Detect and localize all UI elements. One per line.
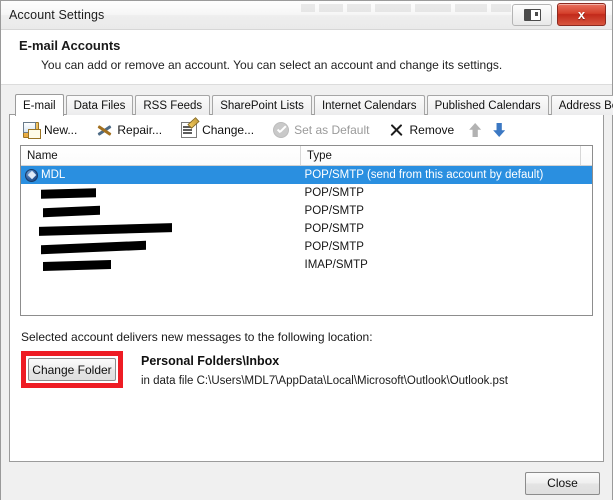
account-type-cell: POP/SMTP [304, 205, 364, 217]
title-bar-faded-text [301, 4, 511, 12]
move-down-button[interactable] [490, 119, 508, 141]
account-name-cell [25, 184, 305, 202]
account-type-cell: IMAP/SMTP [304, 259, 368, 271]
dialog-body: E-mail Data Files RSS Feeds SharePoint List… [1, 85, 613, 462]
account-name-cell: MDL [25, 166, 305, 184]
new-account-button[interactable]: New... [20, 119, 83, 141]
table-row[interactable]: POP/SMTP [21, 220, 592, 238]
redacted-account-name [39, 222, 172, 236]
delivery-target-info: Personal Folders\Inbox in data file C:\U… [141, 351, 508, 387]
column-header-extra[interactable] [581, 146, 592, 165]
change-folder-button[interactable]: Change Folder [28, 358, 116, 381]
table-row[interactable]: MDL POP/SMTP (send from this account by d… [21, 166, 592, 184]
account-name-cell [25, 202, 305, 220]
title-bar: Account Settings x [1, 1, 612, 30]
restore-window-icon [523, 8, 541, 21]
remove-account-button[interactable]: Remove [385, 119, 460, 141]
change-settings-icon [181, 122, 198, 138]
page-subtitle: You can add or remove an account. You ca… [41, 58, 503, 72]
delivery-data-file-path: in data file C:\Users\MDL7\AppData\Local… [141, 375, 508, 387]
tab-rss-feeds[interactable]: RSS Feeds [135, 95, 211, 115]
redacted-account-name [41, 187, 96, 199]
account-name-text: MDL [41, 169, 66, 181]
redacted-account-name [43, 205, 100, 217]
delivery-location-label: Selected account delivers new messages t… [21, 330, 373, 344]
account-type-cell: POP/SMTP [304, 187, 364, 199]
column-header-type[interactable]: Type [301, 146, 581, 165]
close-button[interactable]: Close [525, 471, 600, 495]
repair-tools-icon [96, 122, 112, 138]
change-account-label: Change... [202, 123, 255, 137]
account-type-cell: POP/SMTP [304, 223, 364, 235]
tab-data-files[interactable]: Data Files [65, 95, 134, 115]
window-title: Account Settings [9, 8, 105, 22]
repair-account-label: Repair... [117, 123, 163, 137]
close-icon: x [577, 7, 586, 22]
email-tab-panel: New... Repair... Change... Set as Defaul… [9, 114, 604, 462]
column-header-name[interactable]: Name [21, 146, 301, 165]
new-mail-icon [23, 122, 41, 139]
tab-strip: E-mail Data Files RSS Feeds SharePoint List… [15, 93, 613, 116]
accounts-toolbar: New... Repair... Change... Set as Defaul… [10, 115, 603, 145]
move-up-button [466, 119, 484, 141]
table-row[interactable]: IMAP/SMTP [21, 256, 592, 274]
new-account-label: New... [44, 123, 78, 137]
account-name-cell [25, 220, 305, 238]
repair-account-button[interactable]: Repair... [93, 119, 168, 141]
change-account-button[interactable]: Change... [178, 119, 260, 141]
tab-internet-calendars[interactable]: Internet Calendars [313, 95, 425, 115]
set-as-default-label: Set as Default [294, 123, 370, 137]
delivery-location-row: Change Folder Personal Folders\Inbox in … [21, 351, 603, 388]
redacted-account-name [43, 259, 111, 271]
dialog-footer: Close [1, 462, 612, 500]
account-settings-window: Account Settings x E-mail Accounts You c… [0, 0, 613, 500]
remove-x-icon [388, 122, 404, 138]
arrow-up-icon [469, 123, 482, 137]
account-type-cell: POP/SMTP [304, 241, 364, 253]
tab-address-books[interactable]: Address Books [550, 95, 613, 115]
redacted-account-name [41, 240, 146, 254]
tab-e-mail[interactable]: E-mail [15, 94, 64, 116]
change-folder-highlight-annotation: Change Folder [21, 351, 123, 388]
tab-published-calendars[interactable]: Published Calendars [426, 95, 549, 115]
check-circle-icon [273, 122, 290, 138]
account-type-cell: POP/SMTP (send from this account by defa… [304, 169, 544, 181]
tab-sharepoint-lists[interactable]: SharePoint Lists [212, 95, 312, 115]
accounts-list[interactable]: Name Type MDL POP/SMTP (send from this ac… [20, 145, 593, 316]
delivery-folder-name: Personal Folders\Inbox [141, 354, 280, 368]
accounts-list-header: Name Type [21, 146, 592, 166]
account-name-cell [25, 256, 305, 274]
dialog-header: E-mail Accounts You can add or remove an… [1, 30, 612, 85]
window-controls: x [512, 3, 606, 26]
default-account-badge-icon [25, 168, 38, 182]
delivery-location-section: Selected account delivers new messages t… [21, 330, 603, 388]
table-row[interactable]: POP/SMTP [21, 184, 592, 202]
arrow-down-icon [493, 123, 506, 137]
accounts-list-rows: MDL POP/SMTP (send from this account by d… [21, 166, 592, 274]
table-row[interactable]: POP/SMTP [21, 238, 592, 256]
remove-account-label: Remove [409, 123, 455, 137]
restore-window-button[interactable] [512, 3, 552, 26]
page-title: E-mail Accounts [19, 38, 121, 53]
close-window-button[interactable]: x [557, 3, 606, 26]
set-as-default-button: Set as Default [270, 119, 375, 141]
table-row[interactable]: POP/SMTP [21, 202, 592, 220]
account-name-cell [25, 238, 305, 256]
